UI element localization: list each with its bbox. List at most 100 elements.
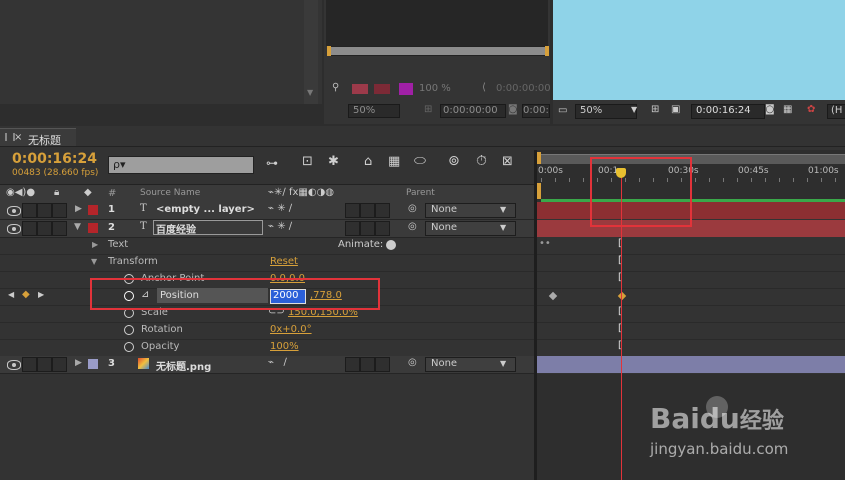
comp-zoom-dropdown[interactable]: 50%	[575, 104, 637, 119]
label-tag-icon[interactable]: ◆	[84, 187, 92, 198]
rotation-value[interactable]: 0x+0.0°	[270, 324, 312, 335]
position-keyframe-2[interactable]	[617, 291, 627, 301]
color-channel-red[interactable]	[352, 84, 368, 94]
auto-keyframe-icon[interactable]: ⊚	[448, 153, 460, 169]
motion-blur-icon[interactable]: ▦	[388, 154, 400, 169]
3d-switch[interactable]	[375, 203, 390, 218]
region-icon[interactable]: ▭	[558, 105, 567, 116]
switches-header-icon[interactable]: ⌁✳∕ fx▦◐◑◍	[268, 187, 334, 198]
graph-editor-icon[interactable]: ⊠	[502, 154, 513, 169]
layer-bar-3[interactable]	[537, 356, 845, 373]
view-options-button[interactable]: (H	[827, 104, 845, 119]
animate-arrow-icon[interactable]	[386, 240, 396, 250]
solo-switch[interactable]	[37, 357, 52, 372]
figure-icon[interactable]: ⚲	[332, 82, 339, 93]
tab-close-x-icon[interactable]: ×	[14, 132, 22, 143]
blend-switch[interactable]	[360, 203, 375, 218]
fx-switch[interactable]	[345, 357, 360, 372]
lock-icon[interactable]: 🔒︎	[54, 187, 59, 198]
lock-switch[interactable]	[52, 357, 67, 372]
lock-switch[interactable]	[52, 221, 67, 236]
footage-zoom-dropdown[interactable]: 50%	[348, 104, 400, 118]
comp-timecode[interactable]: 0:00:16:24	[691, 104, 765, 119]
footage-time-bar[interactable]	[327, 46, 549, 56]
layer-row-3[interactable]: ▶ 3 无标题.png ⌁ ∕ ◎ None ▼	[0, 356, 534, 374]
current-time-display[interactable]: 0:00:16:24	[12, 151, 97, 167]
solo-switch[interactable]	[37, 203, 52, 218]
comp-mini-flowchart-icon[interactable]: ⊶	[266, 156, 278, 170]
parent-dropdown-arrow-icon[interactable]: ▼	[500, 359, 506, 368]
graph-editor-stopwatch-icon[interactable]: ⏱	[476, 153, 487, 169]
work-area-bar[interactable]	[541, 154, 845, 164]
timeline-tab[interactable]: 无标题 ×	[0, 128, 76, 147]
mask-icon[interactable]: ▣	[671, 104, 680, 115]
layer-label-color[interactable]	[88, 223, 98, 233]
prop-text-row[interactable]: ▶ Text Animate:	[0, 237, 534, 255]
blend-switch[interactable]	[360, 221, 375, 236]
prop-opacity-row[interactable]: Opacity 100%	[0, 339, 534, 357]
column-source-name[interactable]: Source Name	[140, 188, 200, 198]
3d-switch[interactable]	[375, 357, 390, 372]
av-switches-icon[interactable]: ◉◀)●	[6, 187, 35, 198]
visibility-eye-icon[interactable]	[7, 224, 21, 234]
audio-switch[interactable]	[22, 221, 37, 236]
grid-icon[interactable]: ⊞	[651, 104, 659, 115]
layer-name-editing[interactable]: 百度经验	[153, 220, 263, 236]
rgb-channel-icon[interactable]: ✿	[807, 104, 815, 115]
animate-menu[interactable]: Animate:	[338, 239, 383, 250]
audio-switch[interactable]	[22, 203, 37, 218]
footage-timecode-a[interactable]: 0:00:00:00	[440, 104, 506, 118]
visibility-eye-icon[interactable]	[7, 360, 21, 370]
layer-label-color[interactable]	[88, 359, 98, 369]
visibility-eye-icon[interactable]	[7, 206, 21, 216]
in-point-marker[interactable]	[327, 46, 331, 56]
pickwhip-icon[interactable]: ◎	[408, 357, 417, 368]
reset-link[interactable]: Reset	[270, 256, 298, 267]
layer-name[interactable]: 无标题.png	[156, 358, 211, 373]
layer-row-2[interactable]: ▼ 2 T 百度经验 ⌁ ✳ ∕ ◎ None ▼	[0, 220, 534, 238]
composition-canvas[interactable]	[553, 0, 845, 100]
expand-arrow-icon[interactable]: ▶	[92, 240, 98, 249]
pickwhip-icon[interactable]: ◎	[408, 221, 417, 232]
layer-switches[interactable]: ⌁ ✳ ∕	[268, 203, 292, 214]
footage-timecode-b[interactable]: 0:00:00:00	[522, 104, 550, 118]
parent-dropdown-arrow-icon[interactable]: ▼	[500, 223, 506, 232]
expand-arrow-icon[interactable]: ▶	[75, 204, 82, 214]
position-keyframe-1[interactable]	[548, 291, 558, 301]
layer-name[interactable]: <empty ... layer>	[156, 204, 255, 215]
frame-blending-icon[interactable]: ⌂	[364, 154, 372, 169]
3d-switch[interactable]	[375, 221, 390, 236]
solo-switch[interactable]	[37, 221, 52, 236]
opacity-value[interactable]: 100%	[270, 341, 299, 352]
dropdown-arrow-icon[interactable]: ▼	[631, 105, 637, 114]
stopwatch-icon[interactable]	[124, 325, 134, 335]
work-area-bottom-marker[interactable]	[537, 183, 541, 199]
layer-row-1[interactable]: ▶ 1 T <empty ... layer> ⌁ ✳ ∕ ◎ None ▼	[0, 202, 534, 220]
footage-zoom[interactable]: 100 %	[419, 83, 451, 94]
work-area-start-marker[interactable]	[537, 152, 541, 164]
footage-bracket-icon[interactable]: ⟨	[482, 82, 486, 93]
project-scrollbar[interactable]: ▼	[304, 0, 318, 104]
lock-switch[interactable]	[52, 203, 67, 218]
shy-layers-icon[interactable]: ✱	[328, 154, 339, 169]
expand-arrow-icon[interactable]: ▶	[75, 358, 82, 368]
snapshot-icon[interactable]: ◙	[508, 104, 518, 115]
blend-switch[interactable]	[360, 357, 375, 372]
brainstorm-icon[interactable]: ⬭	[414, 153, 426, 169]
color-swatch-magenta[interactable]	[399, 83, 413, 95]
stopwatch-icon[interactable]	[124, 342, 134, 352]
collapse-arrow-icon[interactable]: ▼	[91, 257, 97, 266]
pickwhip-icon[interactable]: ◎	[408, 203, 417, 214]
footage-crop-icon[interactable]: ⊞	[424, 104, 432, 115]
layer-search-input[interactable]: ρ▾	[108, 156, 254, 174]
add-keyframe-icon[interactable]: ◆	[22, 289, 30, 300]
show-snapshot-icon[interactable]: ▦	[783, 104, 792, 115]
scroll-down-arrow-icon[interactable]: ▼	[307, 88, 313, 97]
color-channel-red-figure[interactable]	[374, 84, 390, 94]
footage-timecode-top[interactable]: 0:00:00:00	[496, 83, 551, 94]
parent-dropdown-arrow-icon[interactable]: ▼	[500, 205, 506, 214]
audio-switch[interactable]	[22, 357, 37, 372]
camera-icon[interactable]: ◙	[765, 104, 775, 115]
column-parent[interactable]: Parent	[406, 188, 435, 198]
layer-switches[interactable]: ⌁ ✳ ∕	[268, 221, 292, 232]
